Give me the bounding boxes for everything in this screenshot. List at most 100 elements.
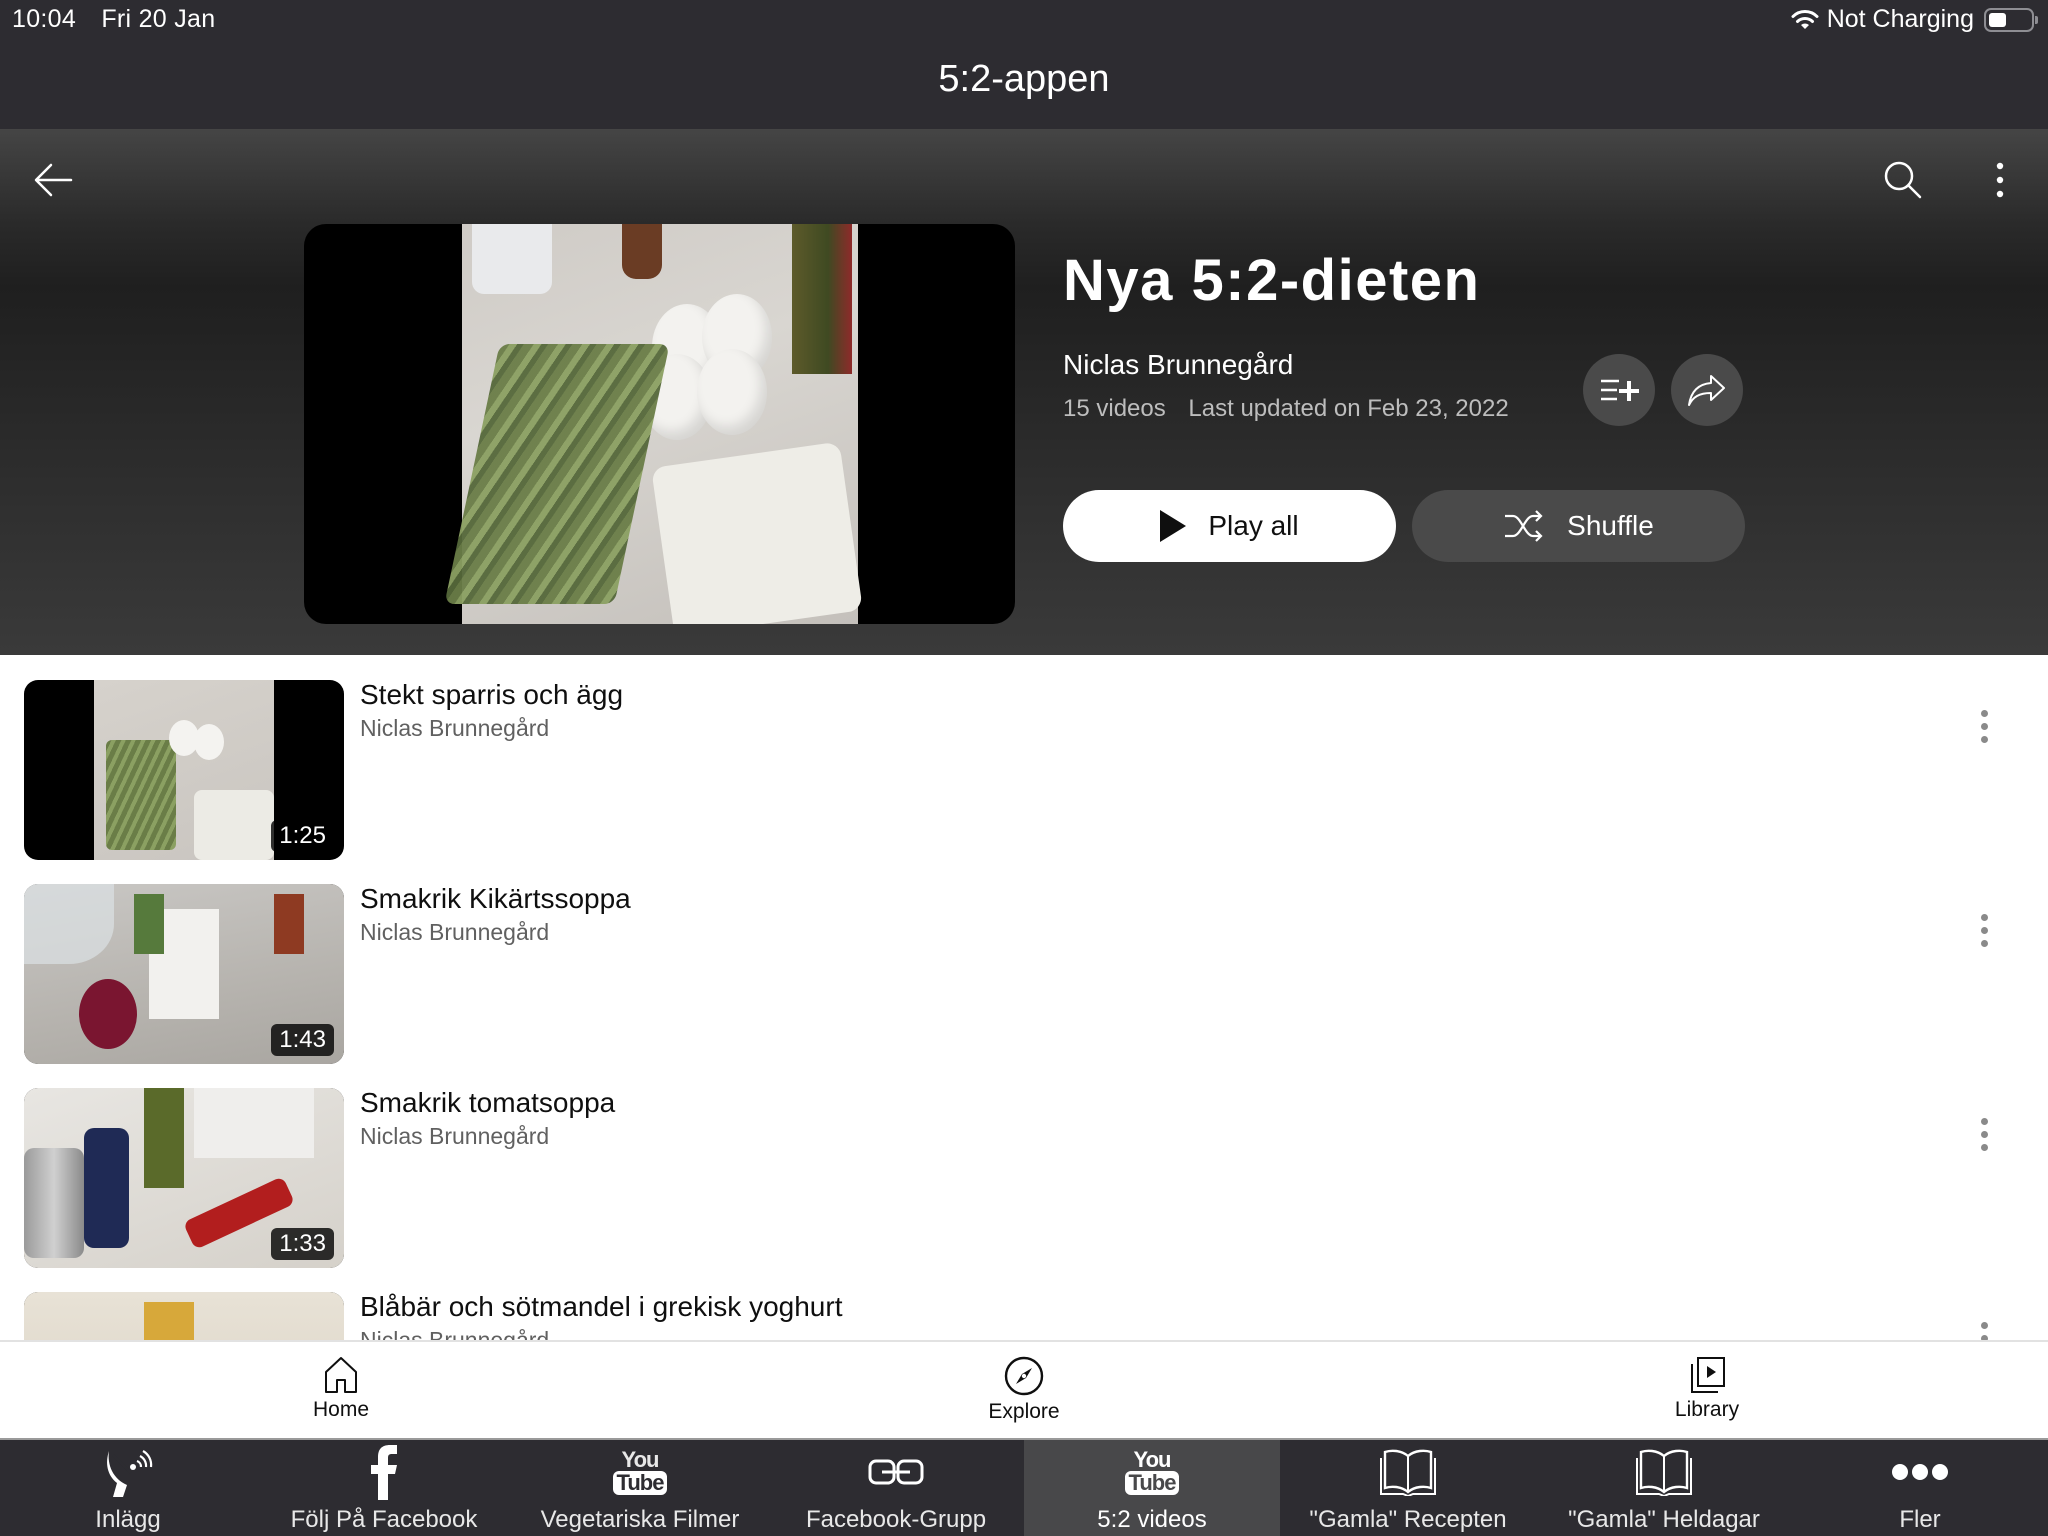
bowl-graphic [24,884,114,964]
video-thumbnail[interactable]: 1:25 [24,680,344,860]
status-time: 10:04 [12,5,77,33]
tab-label: Inlägg [95,1506,161,1533]
tab-label: "Gamla" Heldagar [1568,1506,1760,1533]
link-icon [868,1459,924,1485]
shuffle-button[interactable]: Shuffle [1412,490,1745,562]
video-title[interactable]: Blåbär och sötmandel i grekisk yoghurt [360,1291,842,1323]
last-updated: Last updated on Feb 23, 2022 [1188,395,1509,422]
youtube-icon: You Tube [612,1442,668,1502]
book-icon [1380,1449,1436,1496]
youtube-logo-you: You [621,1447,660,1472]
tab-fler[interactable]: Fler [1792,1440,2048,1536]
tab-facebook-grupp[interactable]: Facebook-Grupp [768,1440,1024,1536]
tab-inlagg[interactable]: Inlägg [0,1440,256,1536]
dot [1980,1321,1988,1329]
status-bar-right: Not Charging [1791,5,2038,34]
video-menu-button[interactable] [1966,701,2002,751]
playlist-thumbnail[interactable] [304,224,1015,624]
charging-status: Not Charging [1826,5,1974,33]
video-channel[interactable]: Niclas Brunnegård [360,919,549,946]
video-count: 15 videos [1063,395,1166,422]
thumbnail-image [94,680,274,860]
tab-label: "Gamla" Recepten [1309,1506,1507,1533]
library-icon [1691,1357,1725,1393]
compass-icon [1004,1356,1044,1396]
tab-gamla-heldagar[interactable]: "Gamla" Heldagar [1536,1440,1792,1536]
video-duration: 1:25 [271,820,334,852]
video-channel[interactable]: Niclas Brunnegård [360,715,549,742]
status-date: Fri 20 Jan [101,5,216,33]
satellite-dish-icon [107,1450,153,1497]
app-tab-bar: Inlägg Följ På Facebook You Tube Vegetar… [0,1438,2048,1536]
tab-label: Fler [1899,1506,1941,1533]
package-graphic [144,1302,194,1340]
tab-gamla-recepten[interactable]: "Gamla" Recepten [1280,1440,1536,1536]
tab-label: Facebook-Grupp [805,1506,987,1533]
tab-vegetariska-filmer[interactable]: You Tube Vegetariska Filmer [512,1440,768,1536]
nav-library[interactable]: Library [1627,1356,1787,1422]
video-title[interactable]: Stekt sparris och ägg [360,679,623,711]
nav-home-label: Home [312,1398,370,1421]
dot [1980,722,1988,730]
playlist-header: Nya 5:2-dieten Niclas Brunnegård 15 vide… [0,129,2048,655]
tray-graphic [194,1088,314,1158]
video-thumbnail[interactable]: 1:43 [24,884,344,1064]
youtube-bottom-nav: Home Explore Library [0,1340,2048,1438]
video-menu-button[interactable] [1966,1313,2002,1340]
video-list-item[interactable]: Blåbär och sötmandel i grekisk yoghurt N… [0,1267,2048,1340]
search-button[interactable] [1876,153,1930,207]
playlist-owner[interactable]: Niclas Brunnegård [1063,349,1293,381]
dot [1980,939,1988,947]
youtube-logo-tube: Tube [612,1471,668,1495]
nav-home[interactable]: Home [261,1356,421,1422]
playlist-title: Nya 5:2-dieten [1063,248,1481,313]
egg-graphic [697,349,767,435]
dot [1980,1143,1988,1151]
shuffle-label: Shuffle [1567,510,1654,541]
can-graphic [24,1148,84,1258]
nav-library-label: Library [1674,1398,1740,1421]
arrow-left-icon [34,163,73,197]
video-list-item[interactable]: 1:33 Smakrik tomatsoppa Niclas Brunnegår… [0,1063,2048,1268]
nav-explore[interactable]: Explore [944,1356,1104,1424]
salt-jar-graphic [472,224,552,294]
video-channel[interactable]: Niclas Brunnegård [360,1123,549,1150]
share-icon [1688,375,1725,406]
playlist-meta: 15 videos Last updated on Feb 23, 2022 [1063,395,1509,423]
video-title[interactable]: Smakrik Kikärtssoppa [360,883,631,915]
tab-label: Vegetariska Filmer [540,1506,740,1533]
share-button[interactable] [1671,354,1743,426]
onion-graphic [79,979,137,1049]
video-thumbnail[interactable] [24,1292,344,1340]
video-list-item[interactable]: 1:43 Smakrik Kikärtssoppa Niclas Brunneg… [0,859,2048,1064]
video-menu-button[interactable] [1966,905,2002,955]
asparagus-graphic [106,740,176,850]
battery-icon [1984,7,2038,32]
thumbnail-image [24,1292,344,1340]
video-duration: 1:33 [271,1228,334,1260]
thumbnail-image [444,224,863,624]
back-button[interactable] [26,153,80,207]
spice-jar-graphic [84,1128,129,1248]
tab-folj-pa-facebook[interactable]: Följ På Facebook [256,1440,512,1536]
shuffle-icon [1505,510,1543,542]
search-icon [1884,161,1922,199]
video-title[interactable]: Smakrik tomatsoppa [360,1087,615,1119]
video-duration: 1:43 [271,1024,334,1056]
tab-5-2-videos[interactable]: You Tube 5:2 videos [1024,1440,1280,1536]
save-to-library-button[interactable] [1583,354,1655,426]
play-all-button[interactable]: Play all [1063,490,1396,562]
book-icon [1636,1449,1692,1496]
video-menu-button[interactable] [1966,1109,2002,1159]
video-list-item[interactable]: 1:25 Stekt sparris och ägg Niclas Brunne… [0,655,2048,860]
video-channel[interactable]: Niclas Brunnegård [360,1327,549,1340]
oil-bottle-graphic [792,224,852,374]
video-list: 1:25 Stekt sparris och ägg Niclas Brunne… [0,655,2048,1340]
home-icon [325,1357,357,1393]
video-thumbnail[interactable]: 1:33 [24,1088,344,1268]
egg-graphic [194,724,224,760]
oil-bottle-graphic [144,1088,184,1188]
tab-label: Följ På Facebook [290,1506,478,1533]
spice-jar-graphic [274,894,304,954]
more-options-button[interactable] [1976,153,2024,207]
